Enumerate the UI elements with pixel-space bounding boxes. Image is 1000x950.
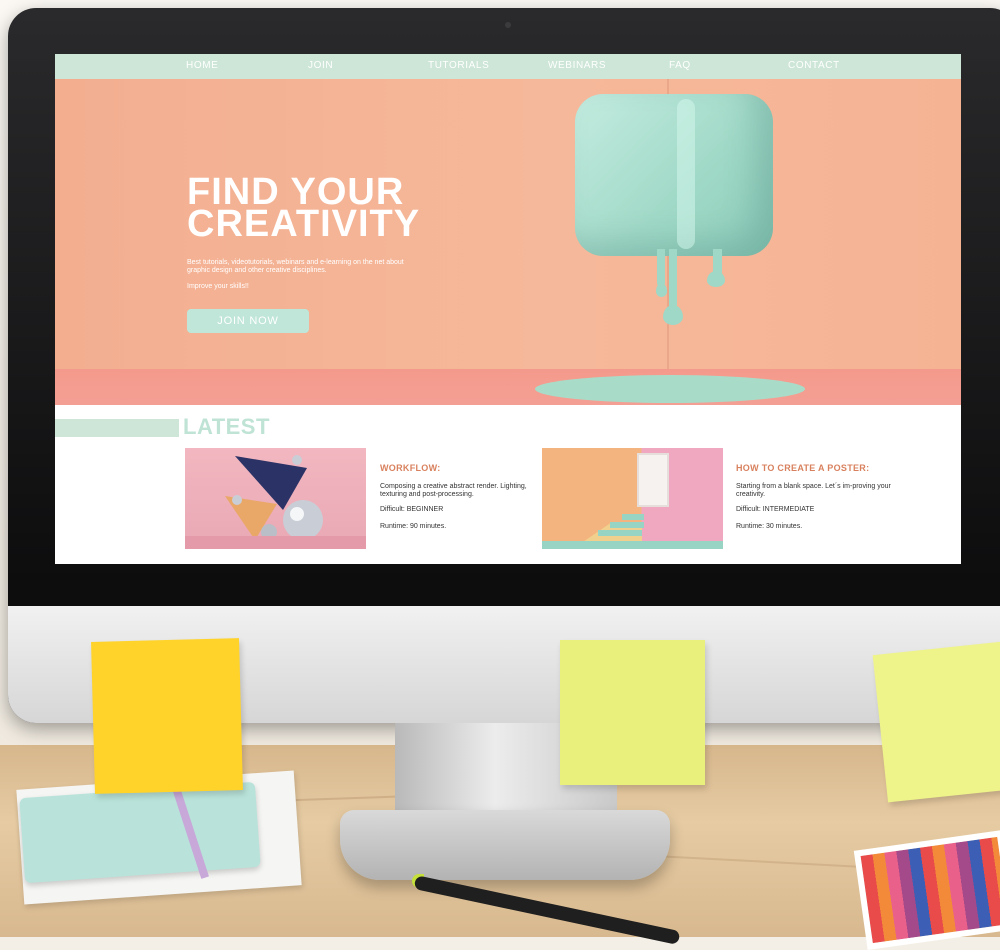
nav-tutorials[interactable]: TUTORIALS [428, 60, 489, 71]
hero-subtitle: Best tutorials, videotutorials, webinars… [187, 259, 404, 274]
hero-section: FIND YOUR CREATIVITY Best tutorials, vid… [55, 79, 961, 405]
nav-home[interactable]: HOME [186, 60, 218, 71]
cube-drip [657, 249, 665, 287]
card-description: Starting from a blank space. Let´s im-pr… [736, 483, 891, 498]
card-title[interactable]: WORKFLOW: [380, 463, 441, 473]
nav-join[interactable]: JOIN [308, 60, 333, 71]
webcam-icon [505, 22, 511, 28]
card-difficulty: Difficult: INTERMEDIATE [736, 506, 815, 513]
workflow-thumbnail[interactable] [185, 448, 366, 549]
hero-title: FIND YOUR CREATIVITY [187, 173, 507, 243]
poster-thumbnail[interactable] [542, 448, 723, 549]
abstract-render-image [185, 455, 366, 549]
monitor-stand-base [340, 810, 670, 880]
latest-accent-bar [55, 419, 179, 437]
join-now-button[interactable]: JOIN NOW [187, 309, 309, 333]
top-navigation: HOME JOIN TUTORIALS WEBINARS FAQ CONTACT [55, 54, 961, 79]
website-screen: HOME JOIN TUTORIALS WEBINARS FAQ CONTACT… [55, 54, 961, 564]
mint-notebook [19, 781, 261, 884]
cube-highlight [677, 99, 695, 249]
sticky-note-yellow [91, 638, 243, 794]
hero-title-line2: CREATIVITY [187, 203, 421, 245]
poster-room-image [542, 453, 723, 549]
card-runtime: Runtime: 90 minutes. [380, 523, 447, 530]
card-description: Composing a creative abstract render. Li… [380, 483, 527, 498]
card-runtime: Runtime: 30 minutes. [736, 523, 803, 530]
sticky-note-lime [560, 640, 705, 785]
latest-heading: LATEST [183, 414, 270, 439]
nav-faq[interactable]: FAQ [669, 60, 691, 71]
color-swatch-card [853, 830, 1000, 950]
cube-drip [669, 249, 677, 309]
nav-webinars[interactable]: WEBINARS [548, 60, 606, 71]
card-title[interactable]: HOW TO CREATE A POSTER: [736, 463, 869, 473]
drip-drop [663, 305, 683, 325]
sticky-note-right [872, 641, 1000, 803]
drip-drop [707, 271, 725, 287]
hero-improve-text: Improve your skills!! [187, 283, 249, 290]
nav-contact[interactable]: CONTACT [788, 60, 840, 71]
hero-floor [55, 369, 961, 405]
mint-puddle [535, 375, 805, 403]
card-difficulty: Difficult: BEGINNER [380, 506, 444, 513]
drip-drop [656, 283, 667, 297]
melting-cube-illustration [575, 94, 773, 256]
